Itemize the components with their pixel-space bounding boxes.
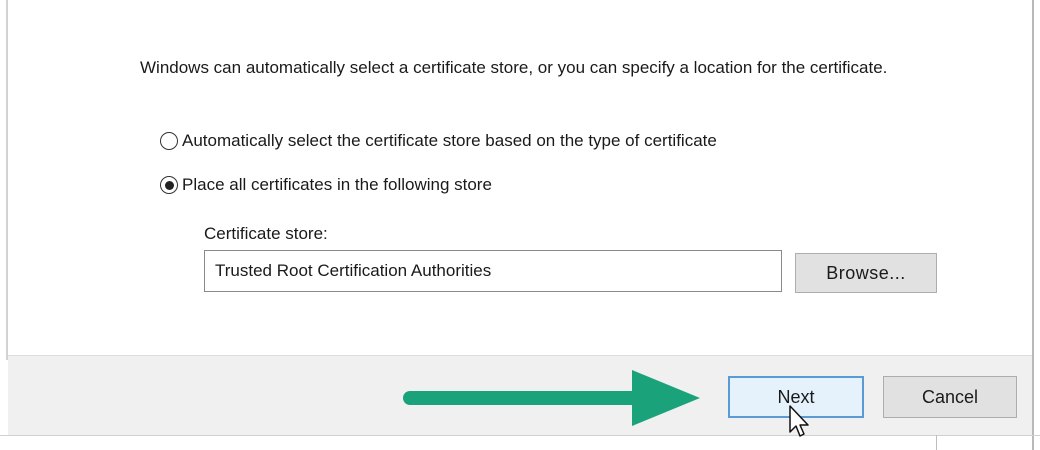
certificate-import-wizard: Windows can automatically select a certi… — [0, 0, 1040, 450]
certificate-store-label: Certificate store: — [204, 224, 328, 243]
radio-auto-select[interactable]: Automatically select the certificate sto… — [160, 131, 717, 151]
radio-auto-select-label: Automatically select the certificate sto… — [182, 131, 717, 150]
radio-selected-icon[interactable] — [160, 176, 178, 194]
intro-text: Windows can automatically select a certi… — [140, 58, 888, 77]
browse-button[interactable]: Browse... — [795, 253, 937, 293]
radio-place-in-store-label: Place all certificates in the following … — [182, 175, 492, 194]
footer-divider — [0, 435, 1040, 436]
certificate-store-field[interactable]: Trusted Root Certification Authorities — [204, 250, 782, 292]
mouse-cursor-icon — [789, 405, 809, 437]
radio-place-in-store[interactable]: Place all certificates in the following … — [160, 175, 492, 195]
green-arrow-icon — [403, 370, 700, 426]
footer-divider-tick — [936, 435, 937, 450]
window-edge-right — [1032, 0, 1034, 450]
cancel-button[interactable]: Cancel — [883, 376, 1017, 418]
window-edge-left — [6, 0, 8, 360]
radio-unselected-icon[interactable] — [160, 132, 178, 150]
